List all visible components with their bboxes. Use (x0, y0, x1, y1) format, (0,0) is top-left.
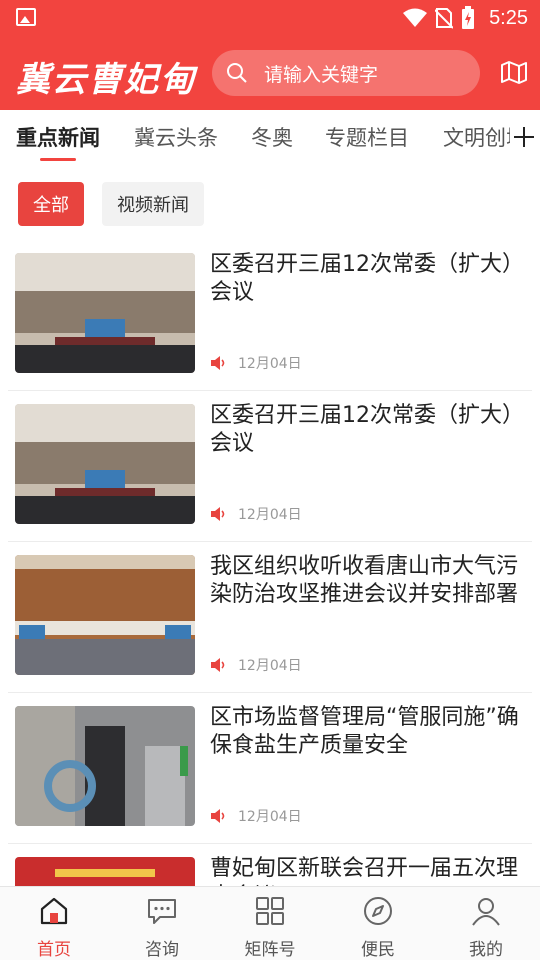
map-icon[interactable] (500, 58, 528, 86)
active-tab-indicator (40, 158, 76, 161)
nav-matrix[interactable]: 矩阵号 (216, 887, 324, 960)
news-title: 区市场监督管理局“管服同施”确保食盐生产质量安全 (210, 705, 519, 758)
divider (8, 692, 532, 693)
nav-home-label: 首页 (37, 940, 71, 960)
app-logo: 冀云曹妃甸 (16, 60, 196, 100)
home-icon (40, 897, 68, 925)
news-list-item[interactable]: 区市场监督管理局“管服同施”确保食盐生产质量安全 12月04日 (0, 694, 540, 844)
tab-jiyun-headlines[interactable]: 冀云头条 (134, 122, 218, 152)
divider (8, 541, 532, 542)
tab-winter-olympics[interactable]: 冬奥 (251, 122, 293, 152)
news-meta: 12月04日 (210, 655, 302, 675)
user-icon (472, 898, 500, 926)
nav-services-label: 便民 (361, 940, 395, 960)
divider (8, 390, 532, 391)
grid-icon (256, 897, 284, 925)
wifi-icon (403, 8, 428, 27)
news-thumbnail (15, 706, 195, 826)
speaker-icon (211, 658, 225, 672)
news-date: 12月04日 (238, 658, 302, 674)
battery-charging-icon (462, 6, 475, 29)
news-title: 我区组织收听收看唐山市大气污染防治攻坚推进会议并安排部署 (210, 554, 519, 607)
bottom-navigation: 首页 咨询 矩阵号 便民 我的 (0, 886, 540, 960)
news-date: 12月04日 (238, 356, 302, 372)
news-meta: 12月04日 (210, 806, 302, 826)
news-meta: 12月04日 (210, 504, 302, 524)
gallery-notification-icon (16, 8, 36, 26)
search-icon (227, 63, 247, 83)
search-input[interactable]: 请输入关键字 (212, 50, 480, 96)
clock: 5:25 (489, 6, 528, 29)
status-icons: 5:25 (403, 4, 528, 32)
news-list-item[interactable]: 我区组织收听收看唐山市大气污染防治攻坚推进会议并安排部署 12月04日 (0, 543, 540, 693)
nav-profile[interactable]: 我的 (432, 887, 540, 960)
filter-all-button[interactable]: 全部 (18, 182, 84, 226)
no-sim-icon (435, 8, 454, 29)
news-date: 12月04日 (238, 809, 302, 825)
nav-profile-label: 我的 (469, 940, 503, 960)
status-bar: 5:25 (0, 0, 540, 36)
speaker-icon (211, 507, 225, 521)
nav-matrix-label: 矩阵号 (244, 940, 296, 960)
tab-special-columns[interactable]: 专题栏目 (325, 122, 409, 152)
speaker-icon (211, 809, 225, 823)
add-channel-icon[interactable] (510, 110, 540, 164)
news-thumbnail (15, 253, 195, 373)
nav-consult-label: 咨询 (145, 940, 179, 960)
news-title: 区委召开三届12次常委（扩大）会议 (210, 403, 524, 456)
tab-key-news[interactable]: 重点新闻 (16, 122, 100, 152)
speaker-icon (211, 356, 225, 370)
chat-icon (148, 899, 176, 924)
nav-services[interactable]: 便民 (324, 887, 432, 960)
compass-icon (364, 897, 392, 925)
nav-consult[interactable]: 咨询 (108, 887, 216, 960)
news-list-item[interactable]: 区委召开三届12次常委（扩大）会议 12月04日 (0, 392, 540, 542)
news-thumbnail (15, 555, 195, 675)
news-title: 区委召开三届12次常委（扩大）会议 (210, 252, 524, 305)
news-meta: 12月04日 (210, 353, 302, 373)
search-placeholder: 请输入关键字 (264, 63, 379, 86)
filter-video-news-button[interactable]: 视频新闻 (102, 182, 204, 226)
news-list-item[interactable]: 区委召开三届12次常委（扩大）会议 12月04日 (0, 241, 540, 391)
divider (8, 843, 532, 844)
header-bar: 冀云曹妃甸 请输入关键字 (0, 40, 540, 106)
news-date: 12月04日 (238, 507, 302, 523)
app-header: 5:25 冀云曹妃甸 请输入关键字 (0, 0, 540, 110)
news-thumbnail (15, 404, 195, 524)
channel-tabs: 重点新闻 冀云头条 冬奥 专题栏目 文明创城 (0, 110, 540, 164)
nav-home[interactable]: 首页 (0, 887, 108, 960)
